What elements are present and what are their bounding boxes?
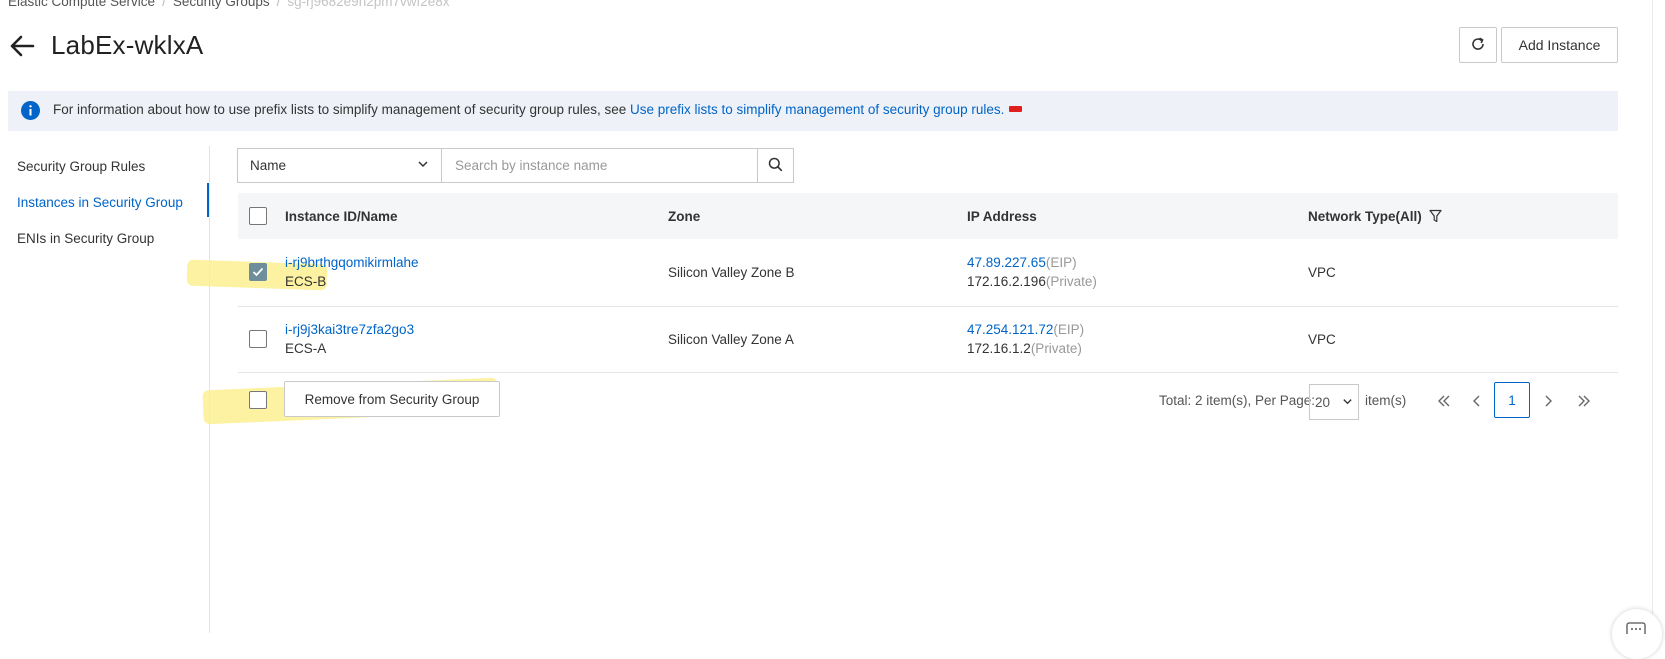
pagination-total: Total: 2 item(s), Per Page:: [1159, 393, 1316, 408]
vertical-scrollbar[interactable]: [1652, 0, 1653, 633]
search-icon: [768, 157, 783, 175]
instance-id-link[interactable]: i-rj9brthgqomikirmlahe: [285, 255, 419, 270]
column-header-instance: Instance ID/Name: [285, 209, 398, 224]
prefix-list-link[interactable]: Use prefix lists to simplify management …: [630, 102, 1004, 117]
table-header: Instance ID/Name Zone IP Address Network…: [238, 193, 1618, 239]
remove-from-security-group-button[interactable]: Remove from Security Group: [284, 381, 500, 417]
instance-id-link[interactable]: i-rj9j3kai3tre7zfa2go3: [285, 322, 414, 337]
first-page-button[interactable]: [1426, 383, 1462, 419]
table-row: i-rj9brthgqomikirmlahe ECS-B Silicon Val…: [238, 239, 1618, 306]
chevron-down-icon: [1342, 395, 1353, 410]
public-ip-link[interactable]: 47.254.121.72: [967, 322, 1053, 337]
banner-message: For information about how to use prefix …: [53, 102, 1023, 117]
chevron-right-icon: [1545, 395, 1552, 407]
info-icon: [21, 101, 40, 120]
filter-icon[interactable]: [1428, 209, 1442, 226]
breadcrumb-separator: /: [162, 0, 166, 9]
sidebar-item-enis[interactable]: ENIs in Security Group: [17, 231, 154, 246]
column-header-network-label: Network Type(All): [1308, 209, 1422, 225]
private-ip-value: 172.16.2.196: [967, 274, 1046, 289]
table-row: i-rj9j3kai3tre7zfa2go3 ECS-A Silicon Val…: [238, 306, 1618, 372]
public-ip-tag: (EIP): [1045, 255, 1077, 270]
instance-name: ECS-B: [285, 274, 327, 289]
public-ip: 47.254.121.72(EIP): [967, 322, 1084, 337]
double-chevron-right-icon: [1578, 395, 1590, 407]
breadcrumb-item-security-groups[interactable]: Security Groups: [173, 0, 270, 9]
page-title: LabEx-wklxA: [51, 30, 204, 60]
search-button[interactable]: [757, 148, 794, 183]
new-badge-icon: [1009, 106, 1023, 113]
row-divider: [238, 372, 1618, 373]
chat-icon: [1626, 621, 1646, 638]
prev-page-button[interactable]: [1459, 383, 1495, 419]
chat-support-button[interactable]: [1612, 609, 1662, 659]
instance-name: ECS-A: [285, 341, 327, 356]
sidebar-item-instances[interactable]: Instances in Security Group: [17, 195, 183, 210]
public-ip: 47.89.227.65(EIP): [967, 255, 1077, 270]
last-page-button[interactable]: [1566, 383, 1602, 419]
column-header-zone: Zone: [668, 209, 701, 224]
search-field-select[interactable]: Name: [237, 148, 442, 183]
breadcrumb-item-current: sg-rj9682e9h2pm7vwf2e8x: [287, 0, 450, 9]
network-type-cell: VPC: [1308, 265, 1336, 280]
zone-cell: Silicon Valley Zone B: [668, 265, 795, 280]
refresh-button[interactable]: [1459, 27, 1497, 63]
chevron-down-icon: [417, 158, 429, 173]
zone-cell: Silicon Valley Zone A: [668, 332, 794, 347]
row-checkbox[interactable]: [249, 330, 267, 348]
private-ip-value: 172.16.1.2: [967, 341, 1031, 356]
sidebar-item-security-group-rules[interactable]: Security Group Rules: [17, 159, 145, 174]
info-banner: For information about how to use prefix …: [8, 91, 1618, 131]
check-icon: [252, 267, 264, 277]
per-page-value: 20: [1315, 394, 1331, 410]
double-chevron-left-icon: [1438, 395, 1450, 407]
private-ip: 172.16.2.196(Private): [967, 274, 1097, 289]
refresh-icon: [1470, 36, 1486, 55]
breadcrumb: Elastic Compute Service / Security Groups /…: [8, 0, 450, 9]
search-input[interactable]: [441, 148, 758, 183]
column-header-ip: IP Address: [967, 209, 1037, 224]
banner-text: For information about how to use prefix …: [53, 102, 631, 117]
footer-select-all-checkbox[interactable]: [249, 391, 267, 409]
private-ip-tag: (Private): [1030, 341, 1082, 356]
column-header-network-type[interactable]: Network Type(All): [1308, 209, 1442, 226]
network-type-cell: VPC: [1308, 332, 1336, 347]
private-ip: 172.16.1.2(Private): [967, 341, 1082, 356]
row-checkbox[interactable]: [249, 263, 267, 281]
page-1-button[interactable]: 1: [1494, 382, 1530, 418]
breadcrumb-separator: /: [276, 0, 281, 9]
select-all-checkbox[interactable]: [249, 207, 267, 225]
add-instance-button[interactable]: Add Instance: [1501, 27, 1618, 63]
per-page-unit: item(s): [1365, 393, 1407, 408]
breadcrumb-item-ecs[interactable]: Elastic Compute Service: [8, 0, 155, 9]
private-ip-tag: (Private): [1045, 274, 1097, 289]
per-page-select[interactable]: 20: [1309, 384, 1359, 420]
next-page-button[interactable]: [1530, 383, 1566, 419]
back-arrow-icon[interactable]: [8, 32, 36, 60]
chevron-left-icon: [1473, 395, 1480, 407]
public-ip-tag: (EIP): [1053, 322, 1085, 337]
public-ip-link[interactable]: 47.89.227.65: [967, 255, 1046, 270]
search-field-value: Name: [250, 158, 287, 173]
